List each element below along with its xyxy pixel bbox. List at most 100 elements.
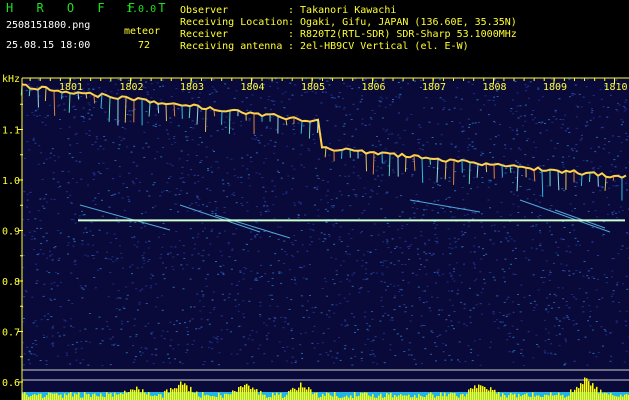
noise-speck [234,299,237,301]
noise-speck [351,274,354,276]
noise-speck [607,106,610,108]
activity-bar [68,393,70,400]
noise-speck [329,78,332,80]
noise-speck [122,306,125,308]
noise-speck [213,101,216,103]
noise-speck [527,85,530,87]
activity-bar [508,394,510,400]
noise-speck [308,150,311,152]
noise-speck [449,211,452,213]
noise-speck [274,141,277,143]
activity-bar [536,395,538,400]
noise-speck [615,185,617,187]
noise-speck [99,173,102,175]
noise-speck [96,251,99,253]
noise-speck [343,348,346,350]
noise-speck [435,143,437,145]
noise-speck [301,357,304,359]
noise-speck [514,247,517,249]
noise-speck [520,349,523,351]
noise-speck [344,345,347,347]
noise-speck [142,147,145,149]
noise-speck [200,160,203,162]
noise-speck [155,348,158,350]
noise-speck [186,192,188,194]
noise-speck [232,192,235,194]
noise-speck [240,176,243,178]
noise-speck [260,276,263,277]
noise-speck [612,290,615,292]
noise-speck [227,243,230,245]
noise-speck [44,124,47,126]
noise-speck [477,354,480,356]
noise-speck [381,265,384,266]
noise-speck [72,245,75,247]
noise-speck [333,312,336,314]
noise-speck [557,246,560,248]
noise-speck [327,181,330,183]
noise-speck [118,245,121,247]
activity-bar [272,392,274,400]
noise-speck [343,83,345,85]
noise-speck [434,227,437,229]
noise-speck [33,114,36,116]
noise-speck [428,252,431,254]
echo-drip [421,158,424,183]
noise-speck [221,179,224,181]
noise-speck [541,249,544,251]
noise-speck [69,194,72,196]
noise-speck [72,238,75,240]
noise-speck [138,303,141,305]
noise-speck [537,289,540,291]
noise-speck [129,226,132,227]
activity-bar [490,387,492,400]
activity-bar [190,386,192,400]
noise-speck [352,166,355,168]
noise-speck [447,326,450,327]
noise-speck [597,167,600,169]
activity-bar [524,394,526,400]
noise-speck [297,217,300,219]
noise-speck [593,167,596,169]
activity-bar [38,393,40,400]
noise-speck [413,216,416,218]
noise-speck [87,184,89,186]
noise-speck [506,232,509,234]
noise-speck [408,258,410,260]
noise-speck [371,190,374,192]
y-tick-label: 1.0 [2,176,20,187]
noise-speck [622,283,625,285]
noise-speck [511,99,514,101]
noise-speck [557,254,559,256]
noise-speck [196,196,199,198]
noise-speck [215,261,217,262]
noise-speck [291,348,294,350]
noise-speck [586,297,589,299]
noise-speck [357,175,360,177]
noise-speck [74,109,77,110]
noise-speck [354,325,357,326]
noise-speck [331,161,334,163]
activity-bar [184,383,186,400]
noise-speck [405,306,408,308]
noise-speck [171,266,174,268]
activity-bar [356,396,358,400]
noise-speck [252,362,255,364]
noise-speck [543,277,546,278]
noise-speck [512,138,515,140]
noise-speck [432,223,435,224]
noise-speck [146,190,149,192]
activity-bar [498,392,500,400]
noise-speck [598,299,601,300]
noise-speck [587,270,590,272]
noise-speck [128,110,131,112]
noise-speck [133,236,136,238]
noise-speck [602,234,605,235]
noise-speck [599,190,602,192]
noise-speck [301,305,304,307]
noise-speck [23,353,26,355]
noise-speck [67,253,69,255]
noise-speck [255,277,258,279]
noise-speck [608,187,611,189]
noise-speck [414,80,416,82]
